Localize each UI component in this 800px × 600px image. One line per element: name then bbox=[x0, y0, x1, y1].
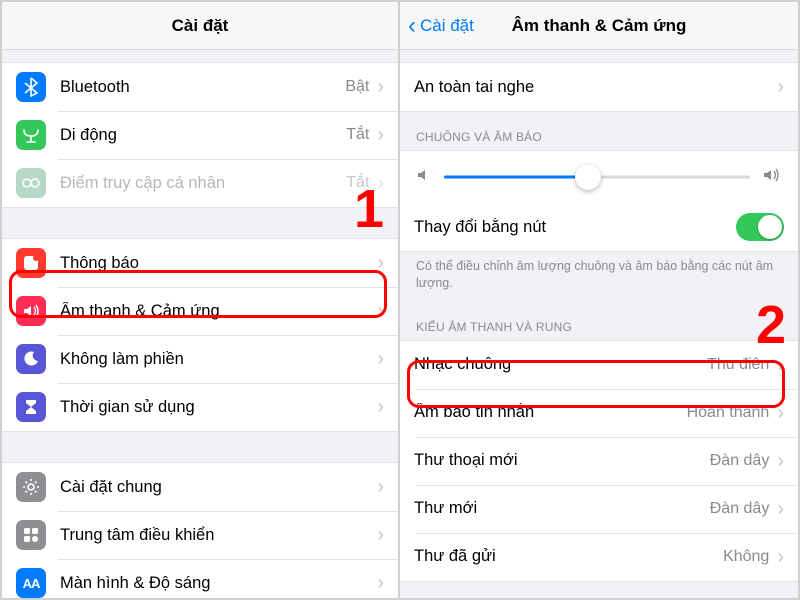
chevron-right-icon: › bbox=[777, 355, 784, 375]
switch-change-with-buttons[interactable] bbox=[736, 213, 784, 241]
row-hotspot: Điểm truy cập cá nhân Tắt › bbox=[2, 159, 398, 207]
section-ringer-footer: Có thể điều chỉnh âm lượng chuông và âm … bbox=[400, 252, 798, 302]
chevron-right-icon: › bbox=[777, 547, 784, 567]
hourglass-icon bbox=[16, 392, 46, 422]
row-screentime[interactable]: Thời gian sử dụng › bbox=[2, 383, 398, 431]
control-icon bbox=[16, 520, 46, 550]
row-sent-mail[interactable]: Thư đã gửi Không › bbox=[400, 533, 798, 581]
chevron-right-icon: › bbox=[777, 403, 784, 423]
row-headphone-safety[interactable]: An toàn tai nghe › bbox=[400, 63, 798, 111]
chevron-right-icon: › bbox=[377, 253, 384, 273]
display-icon: AA bbox=[16, 568, 46, 598]
bluetooth-icon bbox=[16, 72, 46, 102]
hotspot-icon bbox=[16, 168, 46, 198]
notify-icon bbox=[16, 248, 46, 278]
row-general[interactable]: Cài đặt chung › bbox=[2, 463, 398, 511]
row-control-center[interactable]: Trung tâm điều khiển › bbox=[2, 511, 398, 559]
chevron-right-icon: › bbox=[377, 301, 384, 321]
speaker-high-icon bbox=[762, 167, 782, 188]
row-sounds-haptics[interactable]: Âm thanh & Cảm ứng › bbox=[2, 287, 398, 335]
sound-icon bbox=[16, 296, 46, 326]
chevron-right-icon: › bbox=[777, 77, 784, 97]
slider-thumb[interactable] bbox=[575, 164, 601, 190]
cellular-icon bbox=[16, 120, 46, 150]
gear-icon bbox=[16, 472, 46, 502]
row-voicemail[interactable]: Thư thoại mới Đàn dây › bbox=[400, 437, 798, 485]
chevron-right-icon: › bbox=[377, 477, 384, 497]
row-ringtone[interactable]: Nhạc chuông Thu điên › bbox=[400, 341, 798, 389]
chevron-right-icon: › bbox=[377, 525, 384, 545]
sounds-haptics-pane: ‹ Cài đặt Âm thanh & Cảm ứng An toàn tai… bbox=[400, 2, 798, 598]
navbar-right: ‹ Cài đặt Âm thanh & Cảm ứng bbox=[400, 2, 798, 50]
chevron-right-icon: › bbox=[377, 77, 384, 97]
annotation-2: 2 bbox=[756, 298, 786, 352]
navbar-left: Cài đặt bbox=[2, 2, 398, 50]
row-notifications[interactable]: Thông báo › bbox=[2, 239, 398, 287]
chevron-right-icon: › bbox=[377, 349, 384, 369]
back-button[interactable]: ‹ Cài đặt bbox=[408, 2, 474, 49]
row-display[interactable]: AA Màn hình & Độ sáng › bbox=[2, 559, 398, 598]
row-bluetooth[interactable]: Bluetooth Bật › bbox=[2, 63, 398, 111]
chevron-right-icon: › bbox=[777, 499, 784, 519]
section-sound-patterns-header: KIỂU ÂM THANH VÀ RUNG bbox=[400, 302, 798, 340]
ringer-volume-slider[interactable] bbox=[400, 151, 798, 203]
page-title: Cài đặt bbox=[172, 16, 229, 36]
speaker-low-icon bbox=[416, 168, 432, 187]
moon-icon bbox=[16, 344, 46, 374]
section-ringer-header: CHUÔNG VÀ ÂM BÁO bbox=[400, 112, 798, 150]
slider-track[interactable] bbox=[444, 163, 750, 191]
row-cellular[interactable]: Di động Tắt › bbox=[2, 111, 398, 159]
settings-root-pane: Cài đặt Bluetooth Bật › Di động bbox=[2, 2, 400, 598]
chevron-right-icon: › bbox=[777, 451, 784, 471]
chevron-right-icon: › bbox=[377, 573, 384, 593]
row-new-mail[interactable]: Thư mới Đàn dây › bbox=[400, 485, 798, 533]
row-text-tone[interactable]: Âm báo tin nhắn Hoàn thành › bbox=[400, 389, 798, 437]
chevron-right-icon: › bbox=[377, 125, 384, 145]
chevron-left-icon: ‹ bbox=[408, 14, 416, 38]
page-title: Âm thanh & Cảm ứng bbox=[512, 16, 687, 36]
row-change-with-buttons[interactable]: Thay đổi bằng nút bbox=[400, 203, 798, 251]
row-dnd[interactable]: Không làm phiền › bbox=[2, 335, 398, 383]
chevron-right-icon: › bbox=[377, 397, 384, 417]
annotation-1: 1 bbox=[354, 182, 384, 236]
